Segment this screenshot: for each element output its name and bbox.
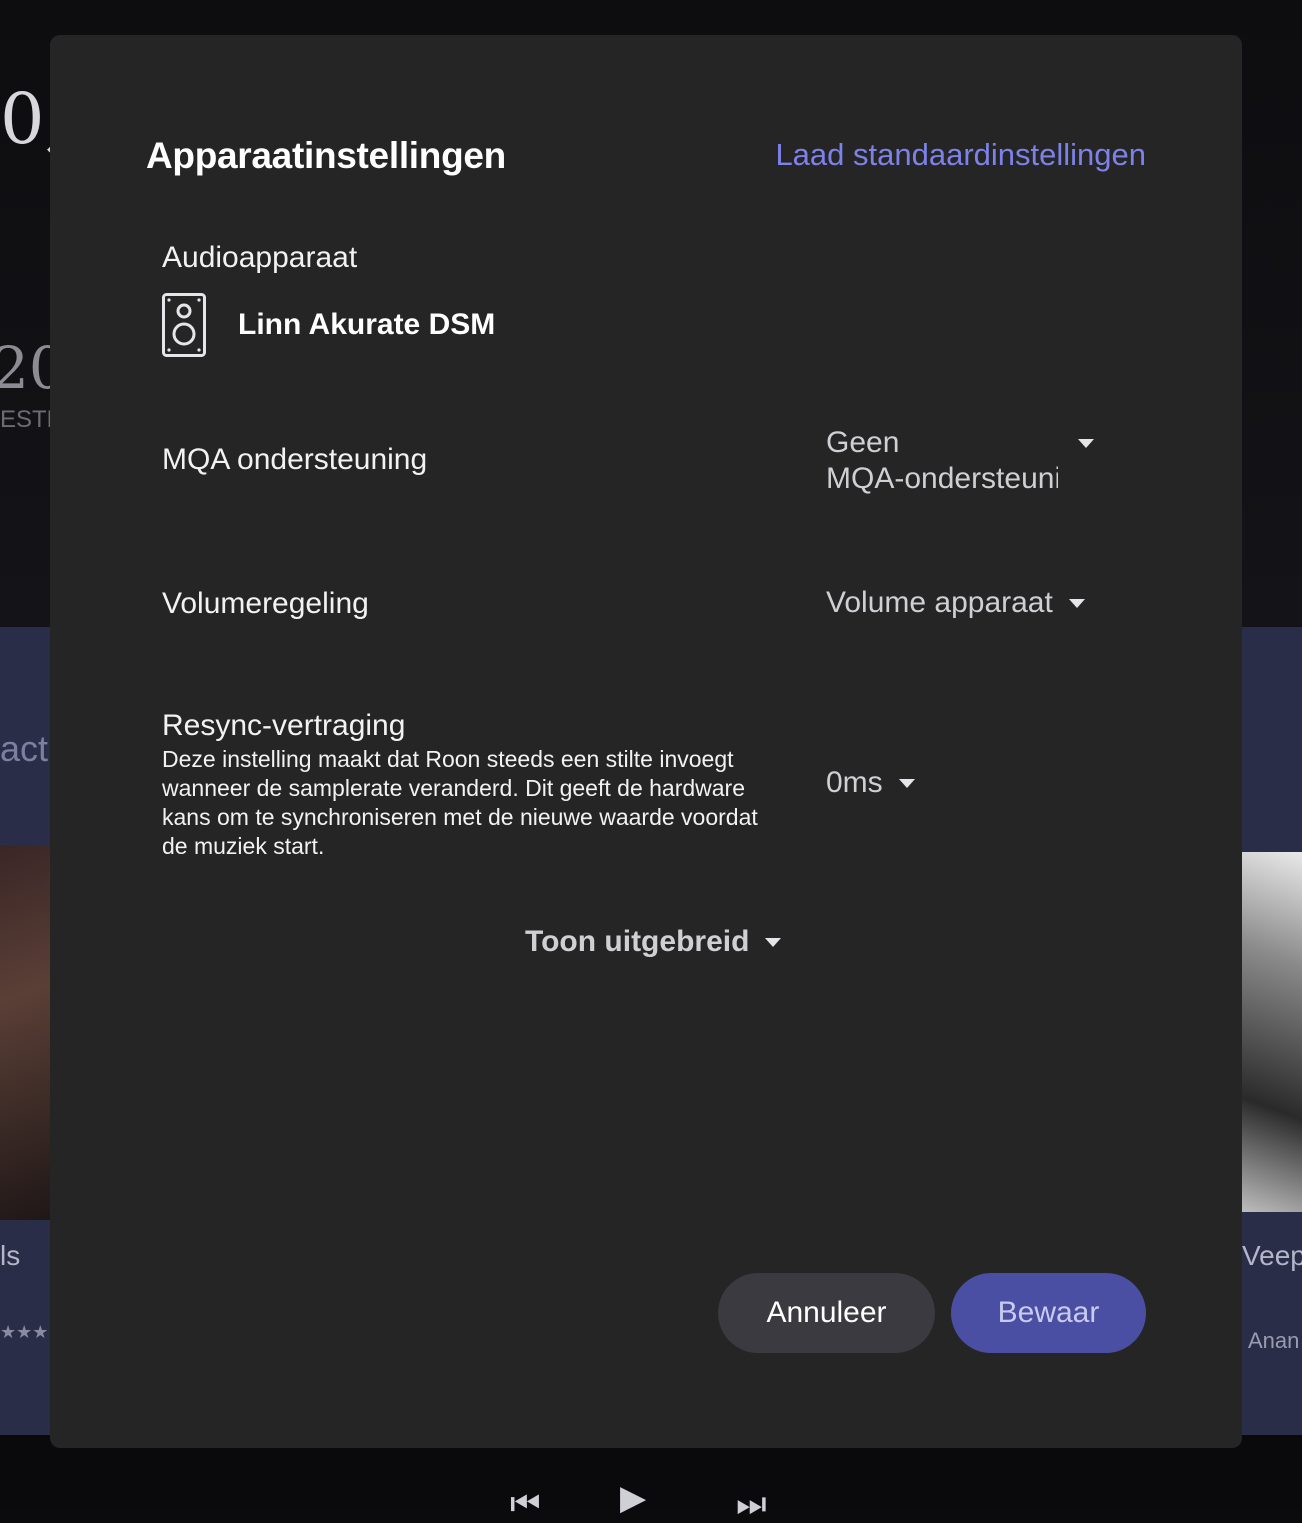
previous-track-icon[interactable]: ⏮ [510,1487,541,1521]
background-text-fragment: ls [0,1240,21,1271]
device-settings-dialog: Apparaatinstellingen Laad standaardinste… [50,35,1242,1448]
volume-control-value: Volume apparaat [826,586,1053,619]
background-text-fragment: acti [0,728,57,769]
volume-control-dropdown[interactable]: Volume apparaat [826,586,1085,620]
mqa-support-label: MQA ondersteuning [162,443,428,476]
speaker-icon [162,293,206,357]
resync-delay-description: Deze instelling maakt dat Roon steeds ee… [162,746,758,859]
cancel-button[interactable]: Annuleer [718,1273,935,1353]
mqa-support-value: Geen MQA-ondersteuning [826,426,1058,495]
save-button[interactable]: Bewaar [951,1273,1146,1353]
mqa-support-dropdown[interactable]: Geen MQA-ondersteuning [826,425,1094,497]
background-album-art [0,845,50,1220]
chevron-down-icon [1078,438,1094,448]
volume-control-label: Volumeregeling [162,587,369,620]
background-text-fragment: Anan [1248,1328,1300,1353]
show-advanced-label: Toon uitgebreid [525,925,750,958]
resync-delay-label: Resync-vertraging [162,709,406,742]
audio-device-label: Audioapparaat [162,241,358,274]
audio-device-name: Linn Akurate DSM [238,308,496,341]
chevron-down-icon [898,778,915,788]
resync-delay-value: 0ms [826,766,883,799]
show-advanced-toggle[interactable]: Toon uitgebreid [525,925,782,959]
background-text-fragment: Veep [1242,1240,1302,1271]
chevron-down-icon [765,937,782,947]
background-text-fragment: ★★★ [0,1322,49,1342]
load-defaults-link[interactable]: Laad standaardinstellingen [775,137,1146,173]
chevron-down-icon [1068,598,1085,608]
next-track-icon[interactable]: ⏭ [736,1487,767,1521]
audio-device-row: Linn Akurate DSM [162,293,495,357]
dialog-title: Apparaatinstellingen [146,135,506,176]
resync-delay-dropdown[interactable]: 0ms [826,766,915,800]
background-album-art [1242,852,1302,1212]
